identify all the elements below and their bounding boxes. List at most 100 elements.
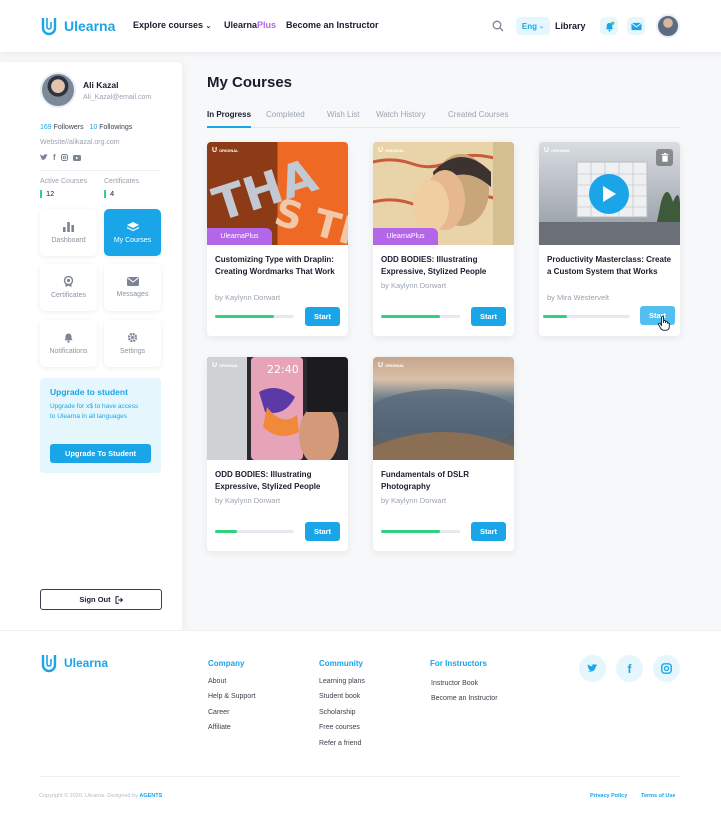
tab-completed[interactable]: Completed (266, 110, 305, 119)
follow-stats: 169 Followers 10 Followings (40, 124, 132, 131)
mail-icon[interactable] (627, 17, 645, 35)
course-author: by Kaylynn Dorwart (381, 281, 447, 290)
menu-settings[interactable]: Settings (104, 320, 161, 367)
course-card[interactable]: U ORIGINAL UlearnaPlus ODD BODIES: Illust… (373, 142, 514, 336)
facebook-icon[interactable]: f (616, 655, 643, 682)
profile-website[interactable]: Website//alikazal.org.com (40, 139, 120, 146)
bell-icon[interactable] (600, 17, 618, 35)
course-title: Fundamentals of DSLR Photography (381, 470, 470, 491)
library-link[interactable]: Library (555, 21, 586, 31)
footer-link[interactable]: Become an Instructor (431, 695, 498, 702)
tab-wish-list[interactable]: Wish List (327, 110, 359, 119)
brand-logo[interactable]: Ulearna (39, 16, 115, 36)
footer-link[interactable]: About (208, 678, 226, 685)
brand-name: Ulearna (64, 18, 116, 34)
privacy-policy-link[interactable]: Privacy Policy (590, 793, 627, 799)
footer-link[interactable]: Refer a friend (319, 740, 361, 747)
start-button[interactable]: Start (305, 307, 340, 326)
search-icon[interactable] (489, 17, 507, 35)
course-card[interactable]: U ORIGINAL Fundamentals of DSLR Photograp… (373, 357, 514, 551)
designer-link[interactable]: AGENTS (139, 793, 162, 799)
menu-label: Dashboard (51, 236, 86, 244)
footer-link[interactable]: Free courses (319, 724, 360, 731)
explore-courses-label: Explore courses (133, 20, 204, 30)
youtube-icon[interactable] (72, 154, 81, 161)
play-icon[interactable] (589, 174, 629, 214)
footer-company-title: Company (208, 659, 245, 668)
twitter-icon[interactable] (579, 655, 606, 682)
progress-bar (381, 315, 460, 318)
start-button[interactable]: Start (305, 522, 340, 541)
active-courses-count: 12 (40, 190, 54, 198)
envelope-icon (126, 277, 139, 286)
footer-link[interactable]: Help & Support (208, 693, 255, 700)
start-button[interactable]: Start (471, 307, 506, 326)
progress-bar (215, 315, 294, 318)
footer-divider (39, 776, 680, 777)
footer-community-title: Community (319, 659, 363, 668)
course-card[interactable]: 22:40 U ORIGINAL ODD BODIES: Illustrating… (207, 357, 348, 551)
bell-icon (64, 333, 73, 343)
footer-link[interactable]: Scholarship (319, 709, 356, 716)
course-author: by Mira Westervelt (547, 293, 609, 302)
twitter-icon[interactable] (40, 154, 48, 161)
menu-my-courses[interactable]: My Courses (104, 209, 161, 256)
menu-notifications[interactable]: Notifications (40, 320, 97, 367)
user-avatar[interactable] (656, 14, 680, 38)
progress-fill (215, 530, 238, 533)
svg-text:S TH: S TH (270, 190, 348, 245)
sign-out-button[interactable]: Sign Out (40, 589, 162, 610)
course-title: Customizing Type with Draplin: Creating … (215, 255, 335, 276)
bar-chart-icon (63, 221, 74, 232)
tab-watch-history[interactable]: Watch History (376, 110, 426, 119)
instagram-icon[interactable] (653, 655, 680, 682)
trash-icon[interactable] (656, 149, 673, 166)
menu-label: Messages (116, 291, 149, 298)
explore-courses-menu[interactable]: Explore courses ⌄ (133, 20, 211, 30)
footer-brand-logo[interactable]: Ulearna (39, 653, 108, 673)
plus-label: Plus (257, 20, 277, 30)
copyright: Copyright © 2020. Ulearna. Designed by A… (39, 793, 162, 799)
menu-label: Settings (119, 348, 146, 355)
menu-label: Notifications (49, 348, 88, 355)
ulearna-plus-badge: UlearnaPlus (207, 228, 272, 245)
course-author: by Kaylynn Dorwart (215, 293, 281, 302)
facebook-icon[interactable]: f (53, 153, 56, 162)
instagram-icon[interactable] (60, 154, 68, 161)
upgrade-button[interactable]: Upgrade To Student (50, 444, 151, 463)
course-thumbnail (373, 357, 514, 460)
footer-link[interactable]: Career (208, 709, 229, 716)
course-title: Productivity Masterclass: Create a Custo… (547, 255, 672, 276)
ulearna-plus-link[interactable]: UlearnaPlus (224, 20, 276, 30)
profile-name: Ali Kazal (83, 80, 119, 90)
followers-label: Followers (53, 124, 84, 131)
divider (40, 170, 160, 171)
original-tag: U ORIGINAL (378, 147, 405, 154)
svg-text:22:40: 22:40 (267, 363, 299, 376)
course-card[interactable]: THA S TH U ORIGINAL UlearnaPlus Customizin… (207, 142, 348, 336)
footer-link[interactable]: Affiliate (208, 724, 231, 731)
language-selector[interactable]: Eng ⌄ (516, 17, 550, 35)
menu-messages[interactable]: Messages (104, 264, 161, 311)
start-button[interactable]: Start (471, 522, 506, 541)
course-title: ODD BODIES: Illustrating Expressive, Sty… (215, 470, 321, 491)
footer-link[interactable]: Instructor Book (431, 680, 478, 687)
become-instructor-link[interactable]: Become an Instructor (286, 20, 379, 30)
footer-link[interactable]: Learning plans (319, 678, 365, 685)
tab-created-courses[interactable]: Created Courses (448, 110, 508, 119)
layers-icon (126, 221, 139, 231)
terms-of-use-link[interactable]: Terms of Use (641, 793, 675, 799)
menu-label: Certificates (50, 292, 86, 299)
progress-bar (381, 530, 460, 533)
menu-certificates[interactable]: Certificates (40, 264, 97, 311)
followings-count: 10 (89, 124, 98, 131)
tab-in-progress[interactable]: In Progress (207, 110, 252, 128)
ulearna-logo-icon (41, 655, 57, 673)
footer-link[interactable]: Student book (319, 693, 360, 700)
menu-dashboard[interactable]: Dashboard (40, 209, 97, 256)
profile-email: Ali_Kazal@email.com (83, 94, 152, 101)
original-label: ORIGINAL (219, 363, 239, 368)
original-label: ORIGINAL (219, 148, 239, 153)
course-card[interactable]: U ORIGINAL Productivity Masterclass: Crea… (539, 142, 680, 336)
upgrade-title: Upgrade to student (50, 387, 128, 397)
